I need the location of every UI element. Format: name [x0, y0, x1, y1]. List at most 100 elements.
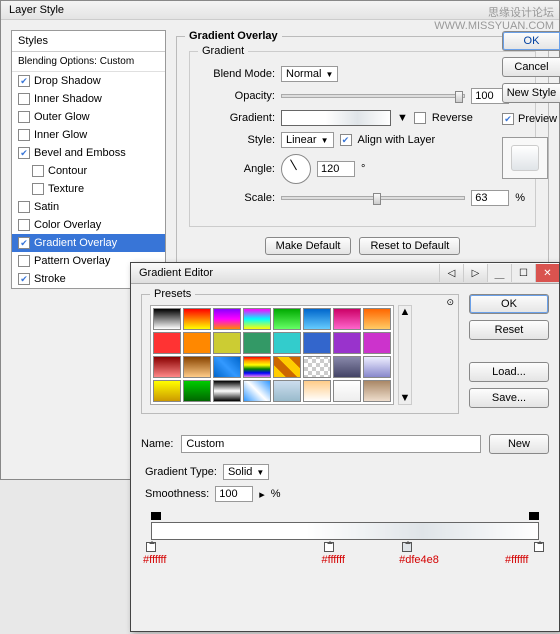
- new-style-button[interactable]: New Style: [502, 83, 560, 103]
- preset-swatch[interactable]: [213, 356, 241, 378]
- checkbox-icon[interactable]: [18, 93, 30, 105]
- style-texture[interactable]: Texture: [12, 180, 165, 198]
- scroll-up-icon[interactable]: ▲: [400, 306, 411, 318]
- preset-swatch[interactable]: [153, 308, 181, 330]
- ok-button[interactable]: OK: [502, 31, 560, 51]
- preview-checkbox[interactable]: [502, 113, 514, 125]
- scrollbar[interactable]: ▲▼: [398, 305, 412, 405]
- scroll-down-icon[interactable]: ▼: [400, 392, 411, 404]
- align-checkbox[interactable]: [340, 134, 352, 146]
- preset-swatch[interactable]: [273, 380, 301, 402]
- slider-thumb-icon[interactable]: [455, 91, 463, 103]
- preset-swatch[interactable]: [273, 356, 301, 378]
- opacity-stop-icon[interactable]: [151, 512, 161, 520]
- checkbox-icon[interactable]: [18, 237, 30, 249]
- preset-swatch[interactable]: [153, 380, 181, 402]
- preset-swatch[interactable]: [303, 308, 331, 330]
- gradient-type-select[interactable]: Solid▼: [223, 464, 269, 480]
- preset-swatch[interactable]: [363, 332, 391, 354]
- preset-swatch[interactable]: [363, 356, 391, 378]
- chevron-right-icon[interactable]: ▸: [259, 488, 265, 501]
- close-icon[interactable]: ✕: [535, 264, 559, 282]
- ge-load-button[interactable]: Load...: [469, 362, 549, 382]
- style-inner-glow[interactable]: Inner Glow: [12, 126, 165, 144]
- checkbox-icon[interactable]: [18, 219, 30, 231]
- color-stop-icon[interactable]: [534, 542, 544, 552]
- preset-swatch[interactable]: [333, 356, 361, 378]
- checkbox-icon[interactable]: [18, 111, 30, 123]
- style-gradient-overlay[interactable]: Gradient Overlay: [12, 234, 165, 252]
- reverse-checkbox[interactable]: [414, 112, 426, 124]
- chevron-down-icon[interactable]: ▼: [397, 112, 408, 124]
- preset-swatch[interactable]: [333, 308, 361, 330]
- gradient-bar[interactable]: [151, 522, 539, 540]
- color-stop-icon[interactable]: [402, 542, 412, 552]
- slider-thumb-icon[interactable]: [373, 193, 381, 205]
- style-satin[interactable]: Satin: [12, 198, 165, 216]
- style-drop-shadow[interactable]: Drop Shadow: [12, 72, 165, 90]
- opacity-slider[interactable]: [281, 94, 465, 98]
- preset-swatch[interactable]: [363, 380, 391, 402]
- ge-ok-button[interactable]: OK: [469, 294, 549, 314]
- preset-swatch[interactable]: [333, 332, 361, 354]
- gradient-swatch[interactable]: [281, 110, 391, 126]
- preset-swatch[interactable]: [303, 356, 331, 378]
- opacity-stops-track[interactable]: [151, 512, 539, 522]
- preset-swatch[interactable]: [153, 356, 181, 378]
- color-stop-icon[interactable]: [324, 542, 334, 552]
- checkbox-icon[interactable]: [18, 201, 30, 213]
- blending-options[interactable]: Blending Options: Custom: [12, 52, 165, 72]
- angle-dial[interactable]: [281, 154, 311, 184]
- preset-swatch[interactable]: [333, 380, 361, 402]
- style-color-overlay[interactable]: Color Overlay: [12, 216, 165, 234]
- style-bevel-emboss[interactable]: Bevel and Emboss: [12, 144, 165, 162]
- cancel-button[interactable]: Cancel: [502, 57, 560, 77]
- ge-new-button[interactable]: New: [489, 434, 549, 454]
- checkbox-icon[interactable]: [18, 147, 30, 159]
- preset-swatch[interactable]: [183, 308, 211, 330]
- preset-swatch[interactable]: [183, 356, 211, 378]
- style-outer-glow[interactable]: Outer Glow: [12, 108, 165, 126]
- angle-input[interactable]: 120: [317, 161, 355, 177]
- scale-input[interactable]: 63: [471, 190, 509, 206]
- checkbox-icon[interactable]: [18, 129, 30, 141]
- preset-swatch[interactable]: [243, 380, 271, 402]
- opacity-stop-icon[interactable]: [529, 512, 539, 520]
- preset-swatch[interactable]: [363, 308, 391, 330]
- preset-swatch[interactable]: [243, 308, 271, 330]
- checkbox-icon[interactable]: [18, 255, 30, 267]
- checkbox-icon[interactable]: [18, 75, 30, 87]
- preset-swatch[interactable]: [183, 332, 211, 354]
- preset-swatch[interactable]: [273, 332, 301, 354]
- preset-swatch[interactable]: [243, 332, 271, 354]
- next-icon[interactable]: ▷: [463, 264, 487, 282]
- checkbox-icon[interactable]: [18, 273, 30, 285]
- ge-reset-button[interactable]: Reset: [469, 320, 549, 340]
- style-inner-shadow[interactable]: Inner Shadow: [12, 90, 165, 108]
- color-stops-track[interactable]: #ffffff#ffffff#dfe4e8#ffffff: [151, 542, 539, 572]
- maximize-icon[interactable]: ☐: [511, 264, 535, 282]
- preset-swatch[interactable]: [303, 380, 331, 402]
- flyout-icon[interactable]: ⊙: [446, 297, 454, 308]
- blend-mode-select[interactable]: Normal▼: [281, 66, 338, 82]
- preset-swatch[interactable]: [243, 356, 271, 378]
- smoothness-input[interactable]: 100: [215, 486, 253, 502]
- color-stop-icon[interactable]: [146, 542, 156, 552]
- preset-swatch[interactable]: [213, 308, 241, 330]
- scale-slider[interactable]: [281, 196, 465, 200]
- preset-swatch[interactable]: [153, 332, 181, 354]
- gradient-editor-titlebar[interactable]: Gradient Editor ◁ ▷ ＿ ☐ ✕: [131, 263, 559, 284]
- preset-swatch[interactable]: [273, 308, 301, 330]
- styles-header[interactable]: Styles: [12, 31, 165, 52]
- name-input[interactable]: [181, 435, 481, 453]
- checkbox-icon[interactable]: [32, 183, 44, 195]
- preset-swatch[interactable]: [303, 332, 331, 354]
- style-select[interactable]: Linear▼: [281, 132, 334, 148]
- make-default-button[interactable]: Make Default: [265, 237, 352, 255]
- ge-save-button[interactable]: Save...: [469, 388, 549, 408]
- checkbox-icon[interactable]: [32, 165, 44, 177]
- prev-icon[interactable]: ◁: [439, 264, 463, 282]
- style-contour[interactable]: Contour: [12, 162, 165, 180]
- preset-swatch[interactable]: [213, 332, 241, 354]
- minimize-icon[interactable]: ＿: [487, 264, 511, 282]
